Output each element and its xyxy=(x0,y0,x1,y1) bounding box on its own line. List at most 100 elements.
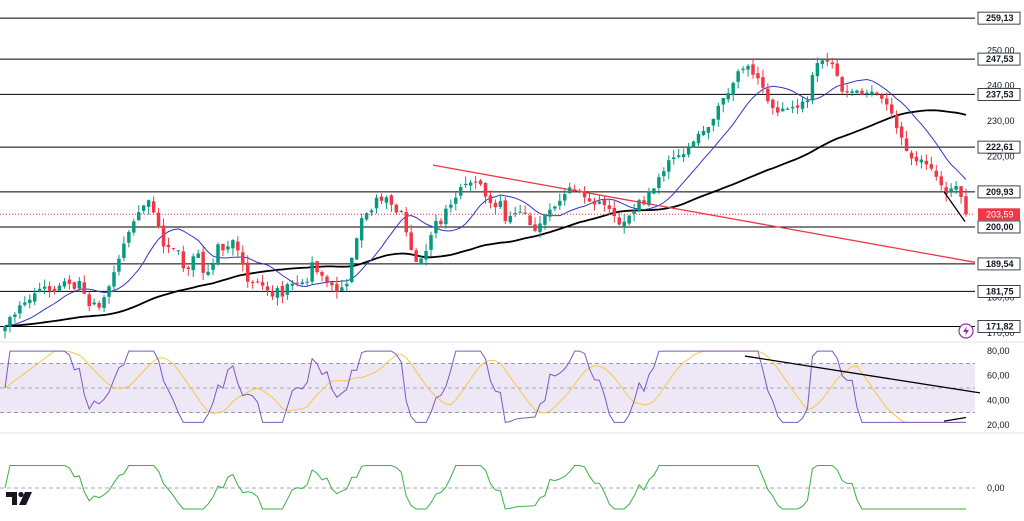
candle-body xyxy=(815,63,820,77)
candle-body xyxy=(959,186,963,197)
candle-body xyxy=(161,225,166,247)
candle-body xyxy=(756,73,760,79)
candle-body xyxy=(112,272,116,287)
candle-body xyxy=(67,279,72,284)
candle-body xyxy=(463,183,468,186)
level-tag-label: 209,93 xyxy=(986,187,1014,197)
candle-body xyxy=(181,251,186,269)
candle-body xyxy=(652,188,656,194)
candle-body xyxy=(305,281,309,283)
candle-body xyxy=(919,159,924,163)
candle-body xyxy=(780,108,785,112)
candle-body xyxy=(934,170,939,177)
candle-body xyxy=(409,232,413,250)
candle-body xyxy=(434,220,438,234)
candle-body xyxy=(706,127,711,133)
candle-body xyxy=(186,267,191,270)
rsi-axis[interactable]: 80,00 60,00 40,00 20,00 xyxy=(987,346,1010,430)
candle-body xyxy=(354,238,359,260)
candle-body xyxy=(805,100,810,103)
candle-body xyxy=(255,281,260,283)
candle-body xyxy=(379,196,384,201)
rsi-tick-label: 80,00 xyxy=(987,346,1010,356)
candle-body xyxy=(939,176,943,186)
price-axis[interactable]: 250,00240,00230,00220,00210,00180,00170,… xyxy=(977,11,1021,338)
price-panel[interactable]: 250,00240,00230,00220,00210,00180,00170,… xyxy=(0,11,1021,339)
candle-body xyxy=(776,107,780,113)
candle-body xyxy=(612,208,617,217)
candle-body xyxy=(315,261,319,273)
candle-body xyxy=(23,302,27,305)
level-tag-label: 171,82 xyxy=(986,322,1014,332)
candle-body xyxy=(672,157,676,160)
candle-body xyxy=(102,297,106,308)
candle-body xyxy=(949,188,953,193)
candle-body xyxy=(736,71,740,82)
candle-body xyxy=(954,186,958,190)
candle-body xyxy=(662,171,666,177)
candle-body xyxy=(176,250,181,252)
candle-body xyxy=(721,98,726,105)
rsi-short-trendline[interactable] xyxy=(943,416,967,422)
candle-body xyxy=(622,221,626,227)
candle-body xyxy=(795,105,800,108)
candle-body xyxy=(468,182,473,186)
candle-body xyxy=(563,194,567,201)
candle-body xyxy=(171,248,176,250)
candle-body xyxy=(860,90,864,95)
candle-body xyxy=(558,200,562,206)
candle-body xyxy=(236,241,240,251)
candle-body xyxy=(875,92,879,95)
candle-body xyxy=(686,147,691,155)
candle-body xyxy=(345,283,349,287)
candle-body xyxy=(850,91,854,93)
level-tag-label: 200,00 xyxy=(986,222,1014,232)
momentum-axis[interactable]: 0,00 xyxy=(987,483,1005,493)
candle-body xyxy=(280,285,285,297)
momentum-series xyxy=(0,465,975,510)
candle-body xyxy=(439,220,443,225)
candle-body xyxy=(290,283,295,286)
candle-body xyxy=(92,302,96,305)
candle-body xyxy=(245,262,250,282)
candle-body xyxy=(840,77,844,92)
candle-body xyxy=(458,187,463,196)
candle-body xyxy=(523,212,527,214)
tradingview-logo-icon[interactable] xyxy=(6,490,36,506)
candle-body xyxy=(221,244,225,251)
candle-body xyxy=(676,155,681,157)
candle-body xyxy=(681,154,686,158)
candle-body xyxy=(107,286,111,297)
candle-body xyxy=(592,200,597,205)
momentum-panel[interactable]: 0,00 xyxy=(0,465,1005,510)
candle-body xyxy=(528,215,532,226)
candle-body xyxy=(151,201,156,213)
chart-canvas[interactable]: 250,00240,00230,00220,00210,00180,00170,… xyxy=(0,0,1024,521)
candle-body xyxy=(696,133,701,144)
candle-body xyxy=(538,223,542,233)
candle-body xyxy=(384,197,389,203)
candle-body xyxy=(488,195,493,203)
candle-body xyxy=(13,314,17,317)
candle-body xyxy=(543,214,547,225)
candle-body xyxy=(42,286,47,289)
candle-body xyxy=(295,282,299,284)
current-price-label: 203,59 xyxy=(986,209,1014,219)
candle-body xyxy=(548,209,552,217)
rsi-panel[interactable]: 80,00 60,00 40,00 20,00 xyxy=(0,346,1010,430)
candle-body xyxy=(508,216,513,223)
candle-body xyxy=(419,258,423,265)
candle-body xyxy=(627,215,631,224)
candle-body xyxy=(667,160,671,172)
candle-body xyxy=(270,290,275,297)
candle-body xyxy=(132,221,136,233)
candle-body xyxy=(404,212,408,233)
lightning-icon[interactable] xyxy=(958,323,974,339)
candle-body xyxy=(399,211,404,213)
candle-body xyxy=(691,141,696,148)
candle-body xyxy=(62,281,67,287)
candle-body xyxy=(716,105,721,120)
candle-body xyxy=(196,253,200,258)
candle-body xyxy=(137,212,141,221)
candle-body xyxy=(483,182,488,197)
